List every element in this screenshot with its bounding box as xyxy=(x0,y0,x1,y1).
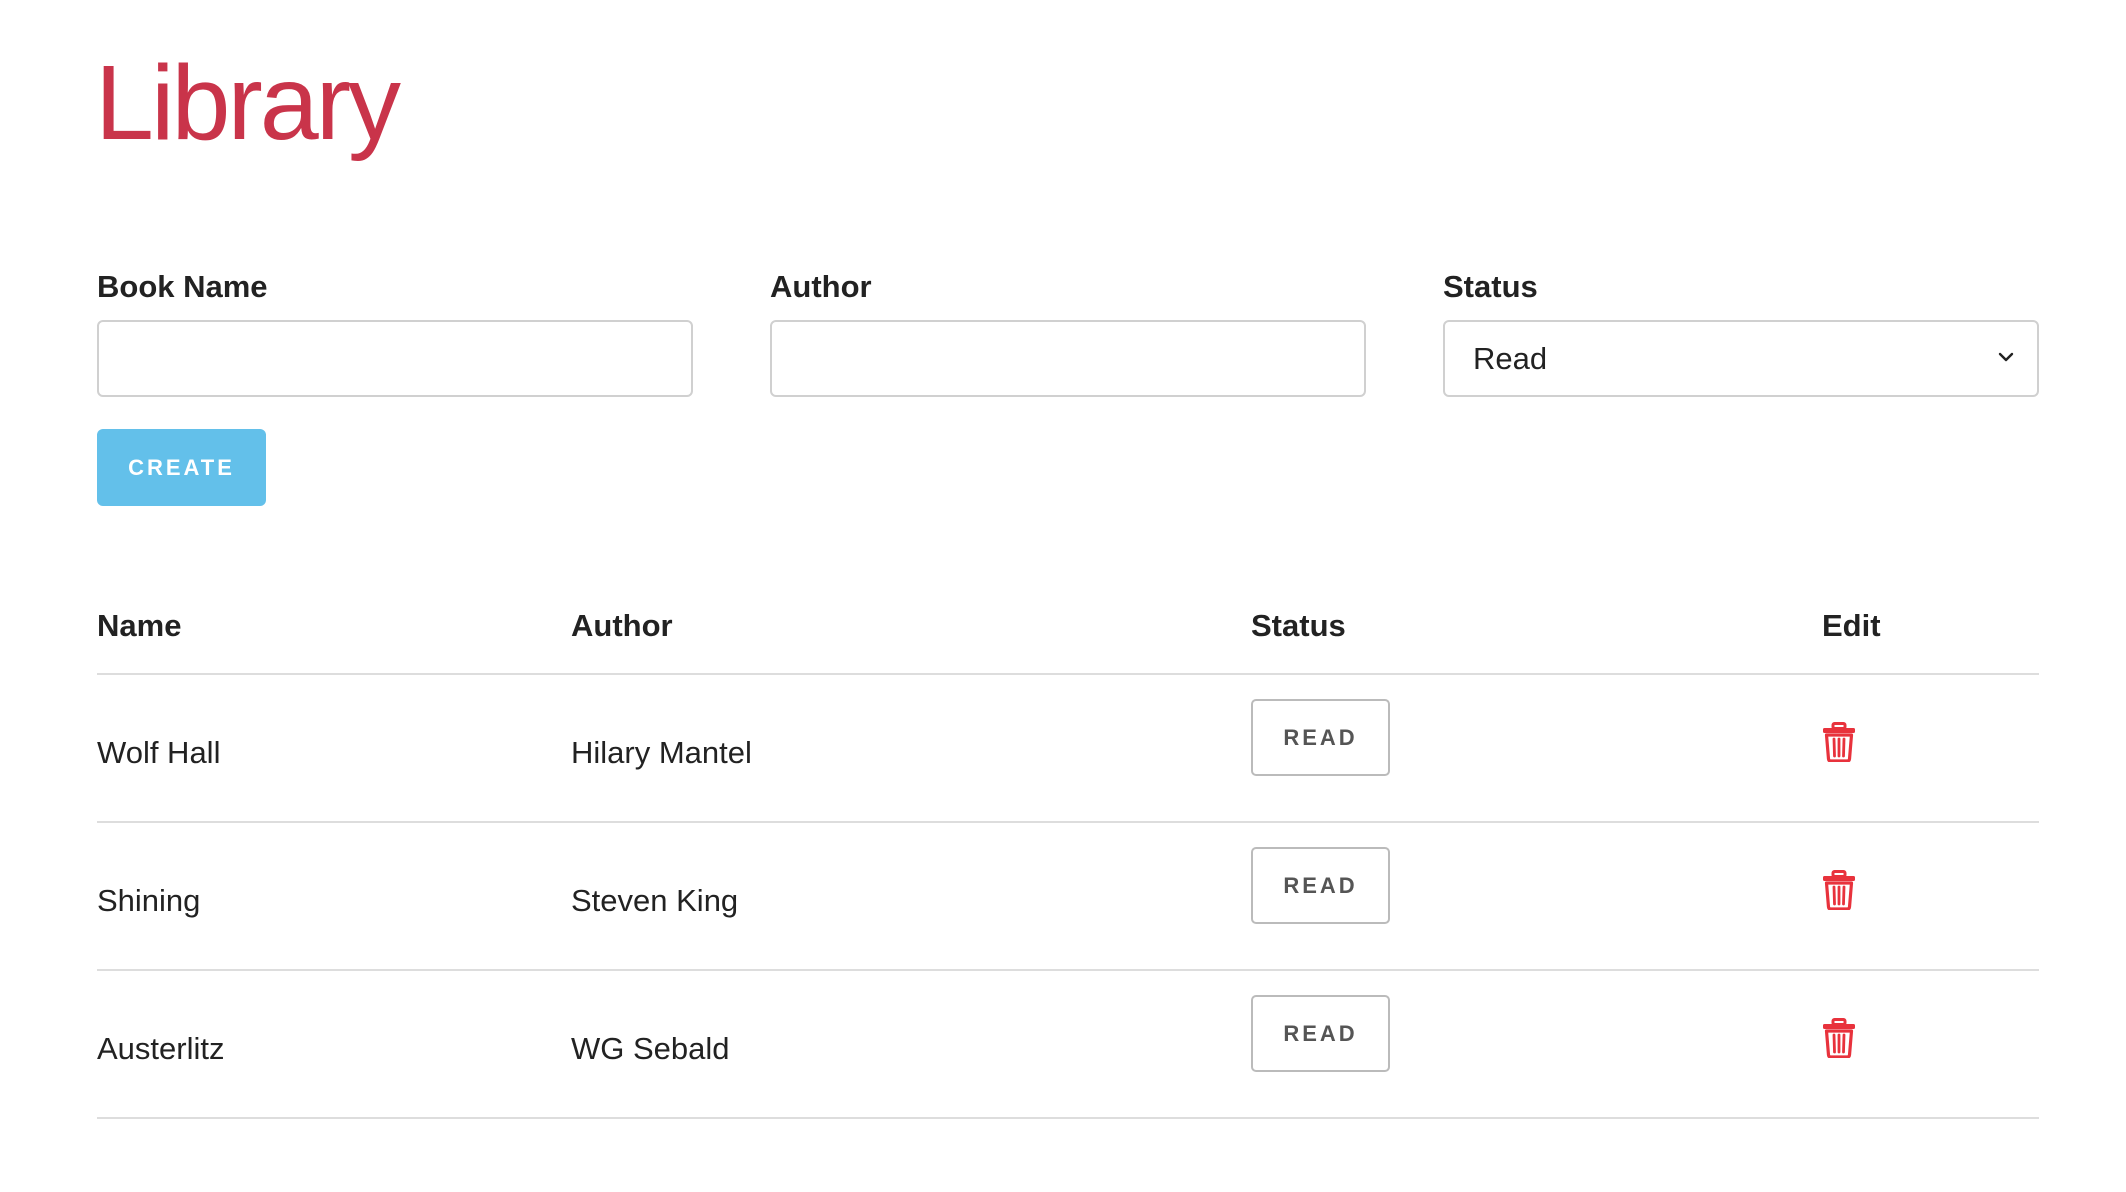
status-button[interactable]: READ xyxy=(1251,847,1390,924)
author-label: Author xyxy=(770,269,872,304)
status-select[interactable]: Read xyxy=(1443,320,2039,397)
trash-icon[interactable] xyxy=(1822,722,1856,762)
header-status: Status xyxy=(1251,608,1346,643)
table-row: Wolf Hall Hilary Mantel READ xyxy=(97,675,2039,823)
book-name-cell: Austerlitz xyxy=(97,1031,225,1066)
library-page: Library Book Name Author Status Read CRE… xyxy=(0,0,2126,1192)
book-author-cell: Hilary Mantel xyxy=(571,735,752,770)
author-input[interactable] xyxy=(770,320,1366,397)
trash-icon[interactable] xyxy=(1822,870,1856,910)
status-label: Status xyxy=(1443,269,1538,304)
header-edit: Edit xyxy=(1822,608,1881,643)
status-field: Status Read xyxy=(1443,268,2039,397)
table-header: Name Author Status Edit xyxy=(97,600,2039,675)
book-name-cell: Shining xyxy=(97,883,201,918)
status-button[interactable]: READ xyxy=(1251,995,1390,1072)
book-author-cell: Steven King xyxy=(571,883,739,918)
status-button[interactable]: READ xyxy=(1251,699,1390,776)
table-row: Austerlitz WG Sebald READ xyxy=(97,971,2039,1119)
books-table: Name Author Status Edit Wolf Hall Hilary… xyxy=(97,600,2039,1119)
book-form: Book Name Author Status Read xyxy=(97,268,2039,397)
book-name-input[interactable] xyxy=(97,320,693,397)
book-name-field: Book Name xyxy=(97,268,693,397)
page-title: Library xyxy=(95,44,401,162)
book-author-cell: WG Sebald xyxy=(571,1031,730,1066)
table-row: Shining Steven King READ xyxy=(97,823,2039,971)
book-name-label: Book Name xyxy=(97,269,268,304)
chevron-down-icon xyxy=(1998,352,2014,362)
trash-icon[interactable] xyxy=(1822,1018,1856,1058)
author-field: Author xyxy=(770,268,1366,397)
header-author: Author xyxy=(571,608,673,643)
create-button[interactable]: CREATE xyxy=(97,429,266,506)
book-name-cell: Wolf Hall xyxy=(97,735,221,770)
status-select-value: Read xyxy=(1473,340,1548,376)
header-name: Name xyxy=(97,608,182,643)
